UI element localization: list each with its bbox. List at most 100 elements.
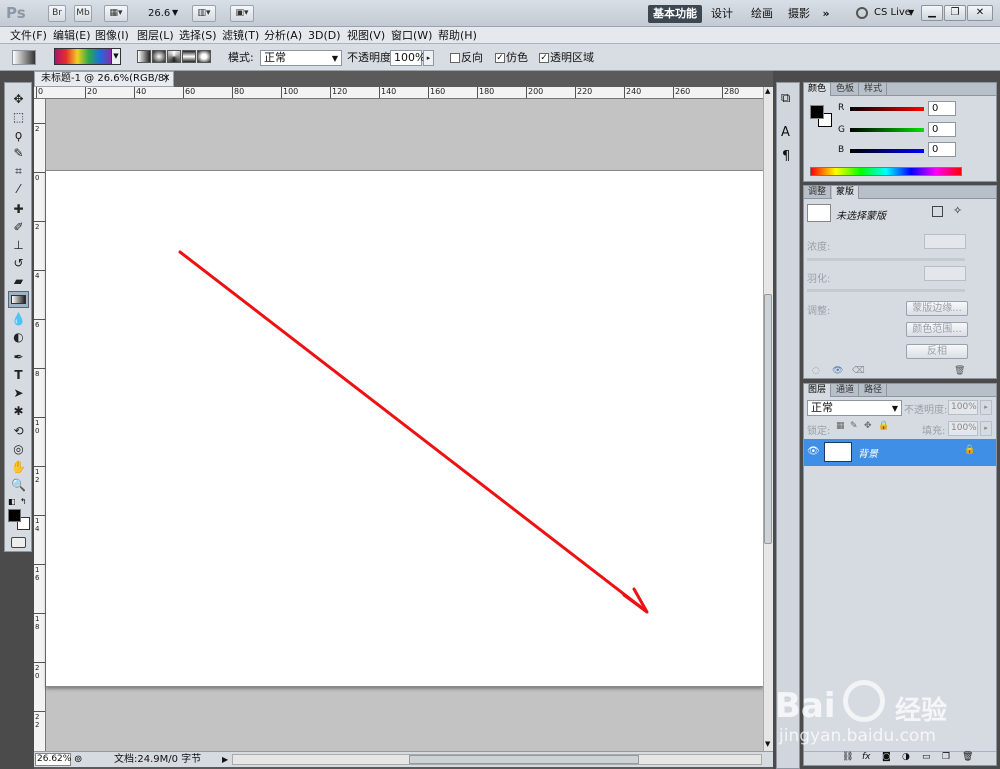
healing-brush-tool-icon[interactable]: ✚ [8,201,29,218]
status-menu-arrow-icon[interactable]: ▶ [222,752,228,767]
r-value-field[interactable]: 0 [928,101,956,116]
dodge-tool-icon[interactable]: ◐ [8,329,29,346]
apply-mask-icon[interactable]: 👁 [832,366,843,376]
tab-layers[interactable]: 图层 [804,384,832,397]
diamond-gradient-button[interactable] [197,50,211,63]
gradient-tool-icon[interactable] [8,291,29,308]
pen-tool-icon[interactable]: ✒ [8,349,29,366]
layer-opacity-slider-toggle[interactable]: ▸ [980,400,992,415]
add-pixel-mask-icon[interactable] [932,206,943,217]
foreground-color-swatch[interactable] [8,509,21,522]
path-select-tool-icon[interactable]: ➤ [8,385,29,402]
blur-tool-icon[interactable]: 💧 [8,311,29,328]
menu-3d[interactable]: 3D(D) [308,28,341,43]
swap-colors-icon[interactable]: ↰ [20,497,27,506]
more-workspaces-button[interactable]: » [818,5,834,23]
tool-preset-picker[interactable] [12,50,36,65]
workspace-design[interactable]: 设计 [706,5,738,23]
layer-opacity-field[interactable]: 100% [948,400,978,415]
history-brush-tool-icon[interactable]: ↺ [8,255,29,272]
eraser-tool-icon[interactable]: ▰ [8,273,29,290]
bridge-button[interactable]: Br [48,5,66,22]
foreground-color-swatch[interactable] [810,105,824,119]
horizontal-scrollbar[interactable] [232,754,762,765]
view-extras-button[interactable]: ▦▾ [104,5,128,22]
fill-field[interactable]: 100% [948,421,978,436]
dither-checkbox[interactable]: ✓ [495,53,505,63]
mini-bridge-button[interactable]: Mb [74,5,92,22]
tab-swatches[interactable]: 色板 [832,83,860,96]
g-slider[interactable] [850,128,924,132]
opacity-input[interactable]: 100% [390,50,425,66]
close-tab-icon[interactable]: ✕ [162,72,170,86]
vertical-scroll-thumb[interactable] [764,294,772,544]
tab-masks[interactable]: 蒙版 [832,186,860,199]
lock-image-icon[interactable]: ✎ [850,421,858,431]
color-range-button[interactable]: 颜色范围... [906,322,968,337]
character-panel-icon[interactable]: A [781,125,790,140]
delete-layer-icon[interactable]: 🗑 [962,752,973,762]
clone-stamp-tool-icon[interactable]: ⊥ [8,237,29,254]
paragraph-panel-icon[interactable]: ¶ [782,149,790,164]
move-tool-icon[interactable]: ✥ [8,91,29,108]
workspace-painting[interactable]: 绘画 [746,5,778,23]
hand-tool-icon[interactable]: ✋ [8,459,29,476]
menu-image[interactable]: 图像(I) [95,28,129,43]
color-spectrum-ramp[interactable] [810,167,962,176]
adjustment-layer-icon[interactable]: ◑ [902,752,910,762]
delete-mask-icon[interactable]: 🗑 [954,366,965,376]
invert-button[interactable]: 反相 [906,344,968,359]
menu-file[interactable]: 文件(F) [10,28,47,43]
history-panel-icon[interactable]: ⧉ [781,91,790,106]
b-value-field[interactable]: 0 [928,142,956,157]
zoom-dropdown-icon[interactable]: ▼ [172,8,178,17]
3d-rotate-tool-icon[interactable]: ⟲ [8,423,29,440]
brush-tool-icon[interactable]: ✐ [8,219,29,236]
menu-select[interactable]: 选择(S) [179,28,217,43]
b-slider[interactable] [850,149,924,153]
disable-mask-icon[interactable]: ⌫ [852,366,865,376]
r-slider[interactable] [850,107,924,111]
menu-window[interactable]: 窗口(W) [391,28,432,43]
layer-row-background[interactable]: 👁 背景 🔒 [804,439,996,466]
menu-view[interactable]: 视图(V) [347,28,385,43]
menu-help[interactable]: 帮助(H) [438,28,477,43]
menu-edit[interactable]: 编辑(E) [53,28,91,43]
zoom-tool-icon[interactable]: 🔍 [8,477,29,494]
quick-select-tool-icon[interactable]: ✎ [8,145,29,162]
gradient-preview[interactable] [54,48,112,65]
workspace-photography[interactable]: 摄影 [783,5,815,23]
type-tool-icon[interactable]: T [8,367,29,384]
layer-visibility-eye-icon[interactable]: 👁 [807,446,820,457]
scroll-down-icon[interactable]: ▼ [765,740,770,748]
add-vector-mask-icon[interactable]: ✧ [953,204,962,217]
gradient-picker-dropdown-icon[interactable]: ▼ [112,48,121,65]
linear-gradient-button[interactable] [137,50,151,63]
lock-position-icon[interactable]: ✥ [864,421,872,431]
default-colors-icon[interactable]: ◧ [8,497,16,506]
screen-mode-button[interactable]: ▣▾ [230,5,254,22]
opacity-slider-toggle[interactable]: ▸ [423,50,434,66]
zoom-input[interactable]: 26.62% [35,753,71,766]
cs-live-dropdown-icon[interactable]: ▼ [908,8,914,17]
tab-paths[interactable]: 路径 [860,384,888,397]
fill-slider-toggle[interactable]: ▸ [980,421,992,436]
load-selection-icon[interactable]: ◌ [812,366,820,376]
menu-analysis[interactable]: 分析(A) [264,28,302,43]
menu-filter[interactable]: 滤镜(T) [222,28,259,43]
tab-styles[interactable]: 样式 [860,83,888,96]
scroll-up-icon[interactable]: ▲ [765,87,770,95]
status-icon[interactable]: ⊚ [74,752,82,767]
lock-transparent-icon[interactable]: ▦ [836,421,845,431]
zoom-level[interactable]: 26.6 [148,8,170,19]
new-layer-icon[interactable]: ❐ [942,752,950,762]
add-mask-icon[interactable]: ◙ [882,752,891,762]
quick-mask-icon[interactable] [11,537,26,548]
angle-gradient-button[interactable] [167,50,181,63]
minimize-button[interactable]: ▁ [921,5,943,21]
mask-edge-button[interactable]: 蒙版边缘... [906,301,968,316]
close-button[interactable]: ✕ [967,5,993,21]
new-group-icon[interactable]: ▭ [922,752,931,762]
marquee-tool-icon[interactable]: ⬚ [8,109,29,126]
lock-all-icon[interactable]: 🔒 [878,421,889,431]
